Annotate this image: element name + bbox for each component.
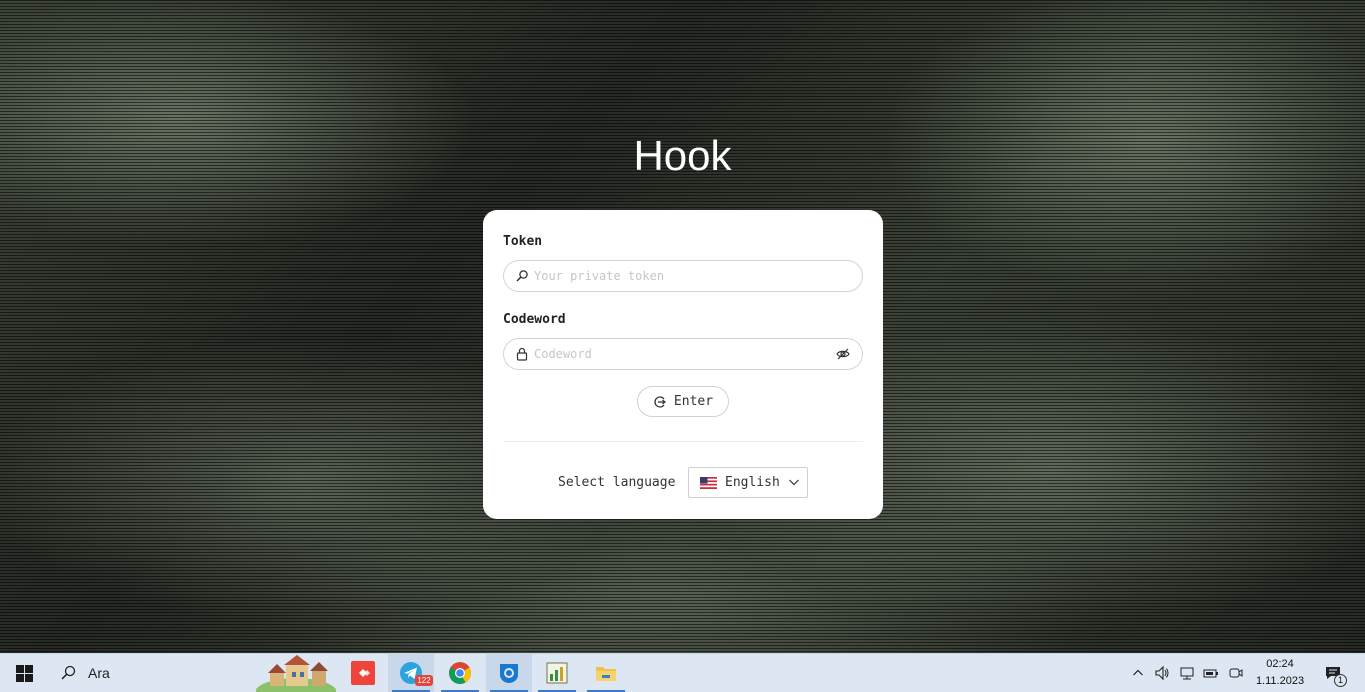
network-icon[interactable] <box>1177 654 1197 692</box>
language-label: Select language <box>558 475 676 490</box>
taskbar-search[interactable]: Ara <box>48 654 248 692</box>
start-button[interactable] <box>0 654 48 692</box>
taskbar-clock[interactable]: 02:24 1.11.2023 <box>1248 656 1312 690</box>
search-icon <box>61 665 76 680</box>
taskbar-search-label: Ara <box>88 665 110 681</box>
taskbar-chrome[interactable] <box>437 654 483 692</box>
chevron-down-icon <box>788 476 802 490</box>
taskbar-browser[interactable] <box>486 654 532 692</box>
browser-icon <box>500 664 518 683</box>
chart-app-icon <box>546 662 568 684</box>
anydesk-icon <box>351 661 375 685</box>
search-highlight-illustration <box>254 654 338 692</box>
tray-chevron-up-icon[interactable] <box>1130 654 1146 692</box>
token-field[interactable] <box>503 260 863 292</box>
enter-button[interactable]: Enter <box>637 386 729 417</box>
clock-time: 02:24 <box>1266 658 1294 670</box>
meet-now-icon[interactable] <box>1226 654 1246 692</box>
codeword-field[interactable] <box>503 338 863 370</box>
codeword-input[interactable] <box>534 347 836 361</box>
folder-icon <box>596 667 616 681</box>
taskbar-file-explorer[interactable] <box>583 654 629 692</box>
taskbar-telegram[interactable]: 122 <box>388 654 434 692</box>
codeword-label: Codeword <box>503 312 566 327</box>
clock-date: 1.11.2023 <box>1255 675 1305 687</box>
language-select[interactable]: English <box>688 467 808 498</box>
windows-icon <box>15 664 33 682</box>
us-flag-icon <box>700 476 717 489</box>
chrome-icon <box>449 662 471 684</box>
telegram-badge: 122 <box>415 675 433 686</box>
search-icon <box>515 269 529 283</box>
eye-off-icon[interactable] <box>836 347 850 361</box>
page-title: Hook <box>633 132 732 179</box>
divider <box>503 441 863 442</box>
token-label: Token <box>503 234 543 249</box>
login-icon <box>653 395 667 409</box>
battery-icon[interactable] <box>1201 654 1221 692</box>
login-card: Token Codeword Enter Select language <box>483 210 883 519</box>
token-input[interactable] <box>534 269 850 283</box>
lock-icon <box>515 347 529 361</box>
taskbar-chart-app[interactable] <box>534 654 580 692</box>
language-selected: English <box>725 475 780 490</box>
notification-count-badge: 1 <box>1334 674 1347 687</box>
taskbar-anydesk[interactable] <box>340 654 386 692</box>
enter-button-label: Enter <box>673 394 714 409</box>
volume-icon[interactable] <box>1152 654 1172 692</box>
